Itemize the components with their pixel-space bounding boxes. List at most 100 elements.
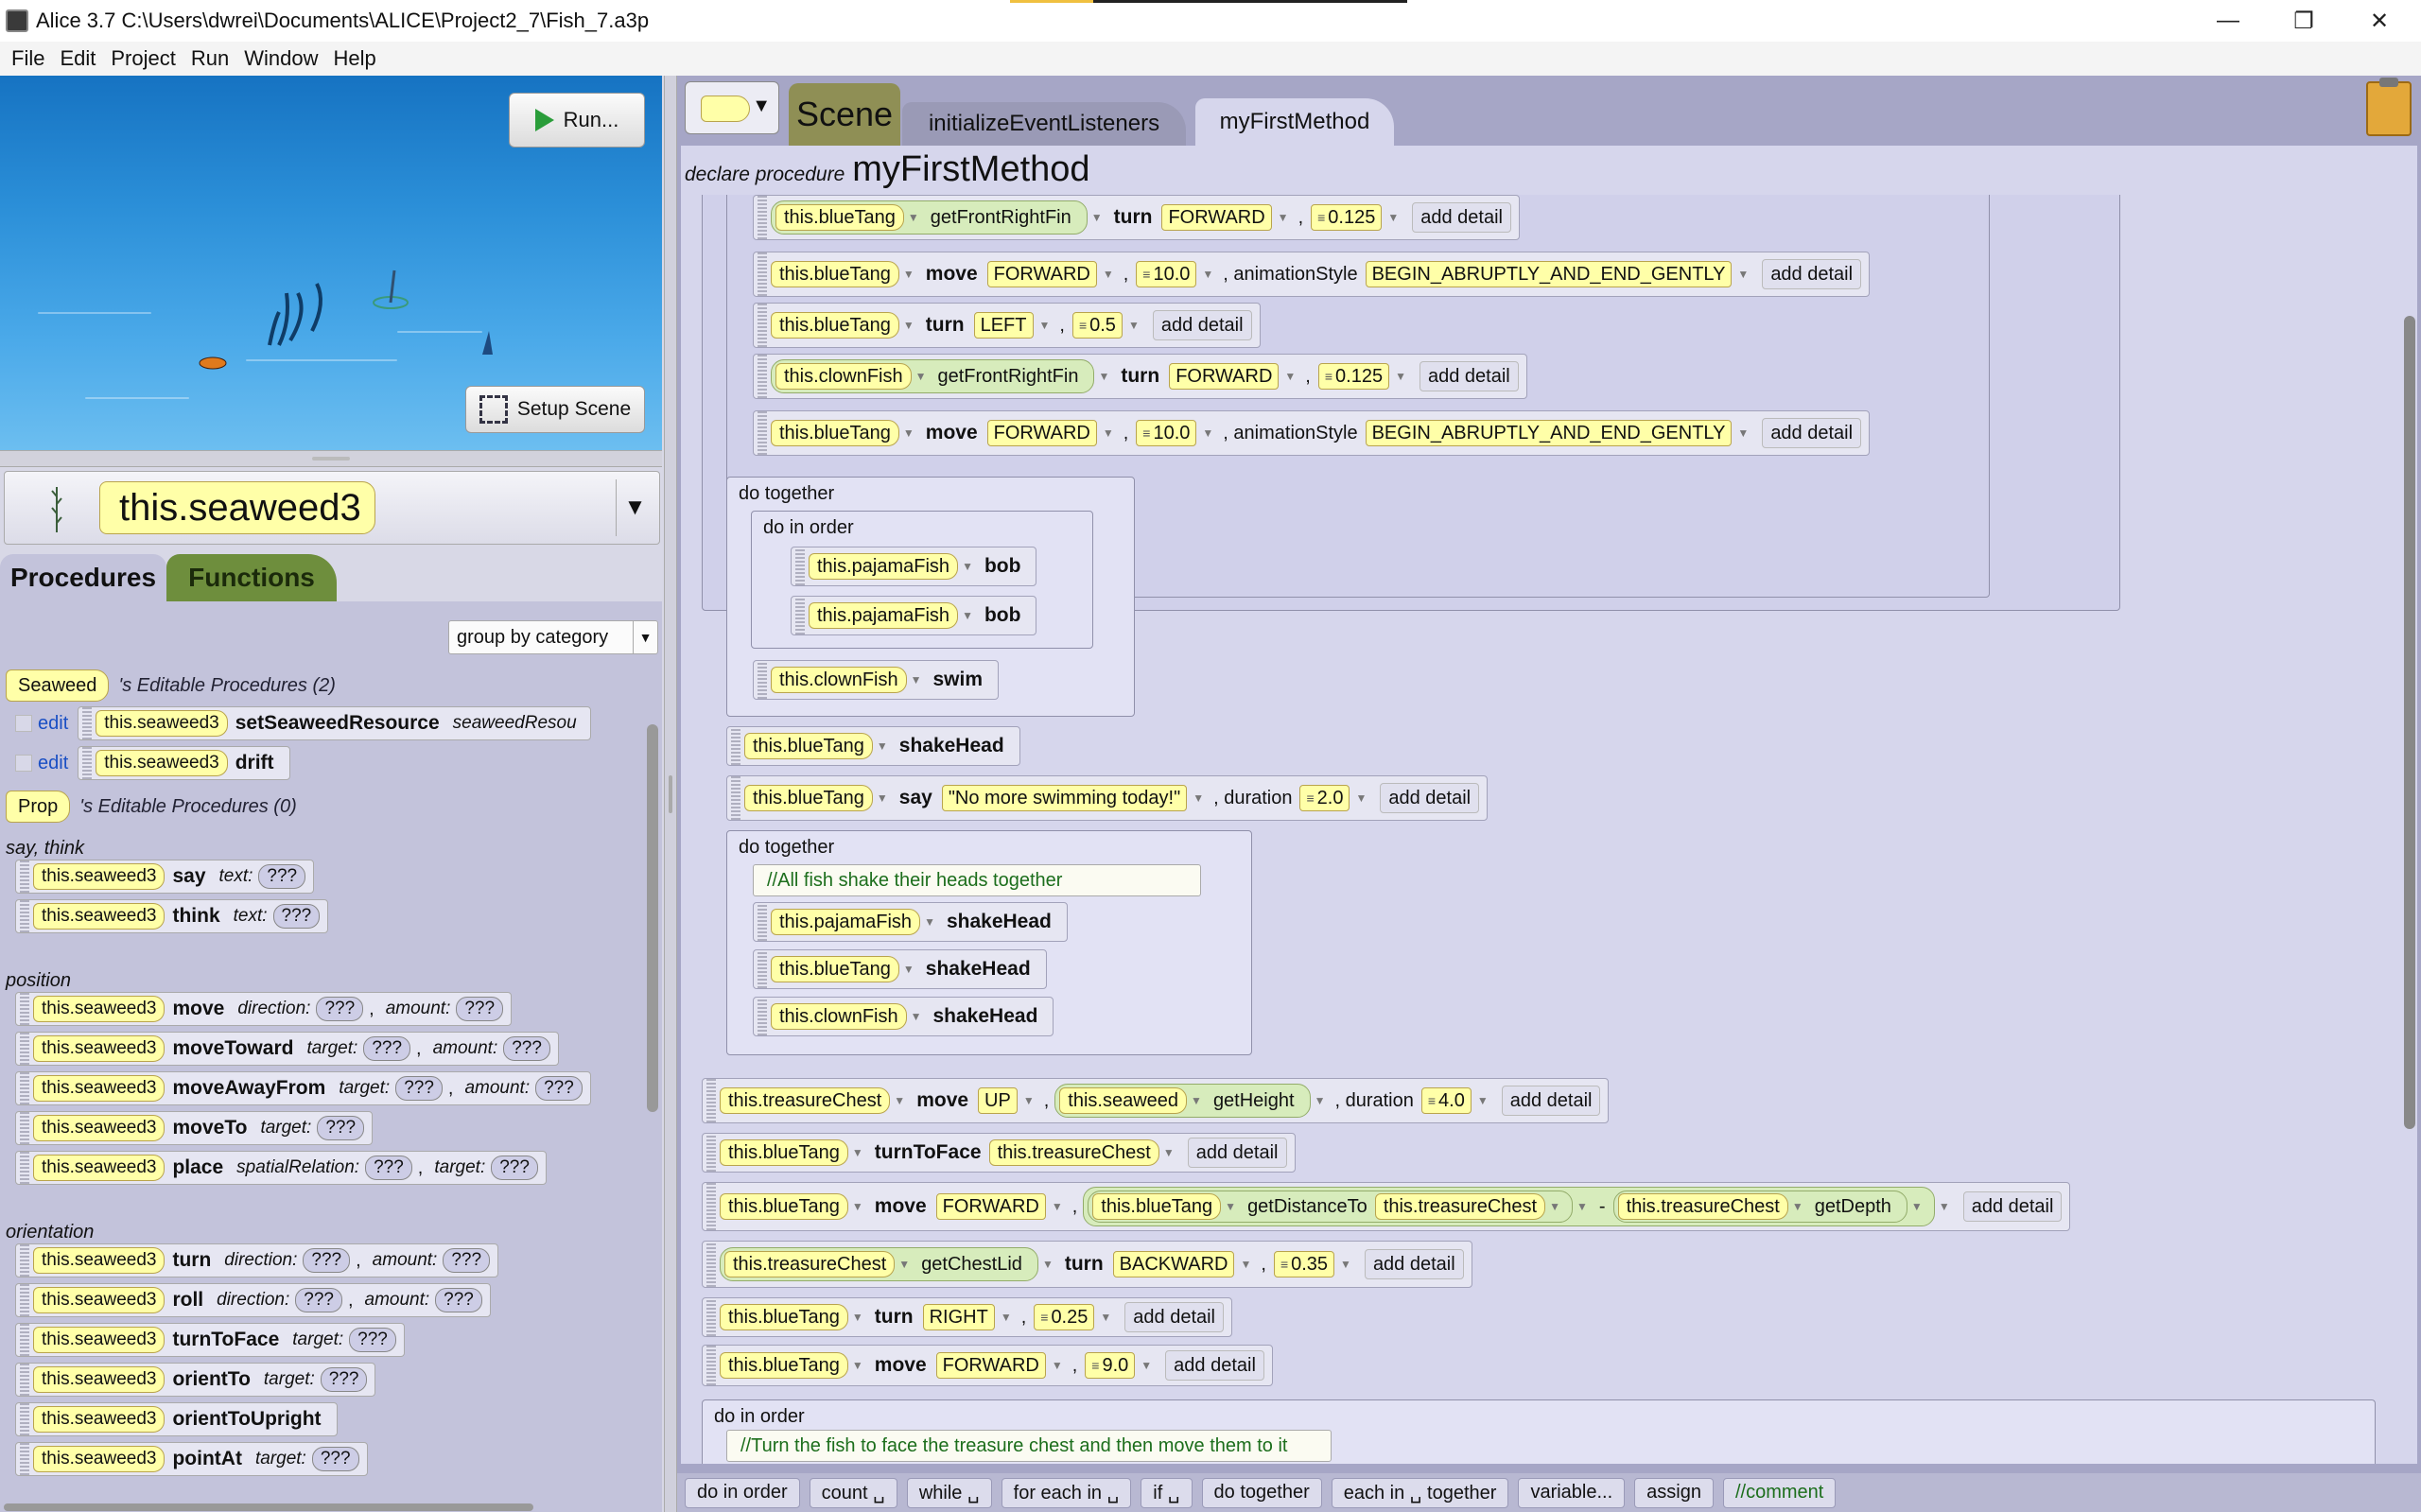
template-assign[interactable]: assign — [1634, 1477, 1714, 1508]
direction-value[interactable]: FORWARD — [986, 420, 1097, 446]
function-call[interactable]: this.seaweed ▼ getHeight — [1054, 1084, 1311, 1118]
minimize-button[interactable]: — — [2190, 0, 2266, 42]
statement-bob[interactable]: this.pajamaFish ▼ bob — [791, 596, 1037, 635]
drag-grip[interactable] — [20, 1033, 29, 1065]
amount-value[interactable]: 0.25 — [1034, 1304, 1095, 1330]
edit-checkbox[interactable] — [15, 755, 32, 772]
drag-grip[interactable] — [20, 1112, 29, 1144]
duration-value[interactable]: 4.0 — [1420, 1087, 1472, 1114]
amount-value[interactable]: 10.0 — [1136, 261, 1197, 287]
template-do-together[interactable]: do together — [1201, 1477, 1322, 1508]
drag-grip[interactable] — [758, 903, 767, 941]
comment-statement[interactable]: //All fish shake their heads together — [753, 864, 1201, 896]
tab-functions[interactable]: Functions — [166, 554, 337, 601]
template-if[interactable]: if ␣ — [1141, 1477, 1193, 1508]
direction-value[interactable]: RIGHT — [922, 1304, 995, 1330]
statement-turnToFace[interactable]: this.blueTang ▼ turnToFace this.treasureC… — [702, 1133, 1296, 1173]
function-call[interactable]: this.treasureChest ▼ getDepth — [1612, 1190, 1907, 1223]
menu-help[interactable]: Help — [333, 46, 375, 71]
proc-orientToUpright[interactable]: this.seaweed3 orientToUpright — [15, 1401, 338, 1437]
run-button[interactable]: Run... — [509, 93, 645, 148]
drag-grip[interactable] — [795, 597, 805, 634]
drag-grip[interactable] — [20, 993, 29, 1025]
object-chip[interactable]: this.blueTang — [720, 1139, 848, 1166]
menu-file[interactable]: File — [11, 46, 44, 71]
proc-roll[interactable]: this.seaweed3 roll direction: ??? , amou… — [15, 1282, 491, 1318]
drag-grip[interactable] — [20, 1284, 29, 1316]
proc-pointAt[interactable]: this.seaweed3 pointAt target: ??? — [15, 1441, 368, 1477]
animation-style-value[interactable]: BEGIN_ABRUPTLY_AND_END_GENTLY — [1365, 420, 1733, 446]
comment-statement[interactable]: //Turn the fish to face the treasure che… — [726, 1430, 1332, 1462]
direction-value[interactable]: LEFT — [973, 312, 1034, 339]
object-chip[interactable]: this.blueTang — [771, 420, 899, 446]
menu-edit[interactable]: Edit — [60, 46, 96, 71]
function-call[interactable]: this.blueTang ▼ getFrontRightFin — [771, 200, 1088, 235]
drag-grip[interactable] — [706, 1346, 716, 1385]
drag-grip[interactable] — [706, 1242, 716, 1287]
object-chip[interactable]: this.blueTang — [771, 261, 899, 287]
object-selector[interactable]: this.seaweed3 ▼ — [4, 471, 660, 545]
statement-turn-lid[interactable]: this.treasureChest ▼ getChestLid ▼ turn B… — [702, 1241, 1472, 1288]
add-detail-button[interactable]: add detail — [1501, 1086, 1601, 1116]
proc-say[interactable]: this.seaweed3 say text: ??? — [15, 859, 315, 895]
function-call[interactable]: this.blueTang ▼ getDistanceTo this.treasu… — [1088, 1190, 1573, 1223]
minus-operator[interactable]: - — [1599, 1196, 1606, 1218]
drag-grip[interactable] — [706, 1079, 716, 1122]
drag-grip[interactable] — [706, 1298, 716, 1336]
add-detail-button[interactable]: add detail — [1152, 310, 1252, 340]
editor-scrollbar[interactable] — [2404, 316, 2415, 1129]
statement-move[interactable]: this.blueTang▼ move FORWARD▼ , 9.0▼ add … — [702, 1345, 1273, 1386]
statement-move[interactable]: this.blueTang▼ move FORWARD▼ , 10.0▼ , a… — [753, 252, 1871, 297]
menu-project[interactable]: Project — [111, 46, 175, 71]
drag-grip[interactable] — [20, 1072, 29, 1104]
object-chip[interactable]: this.clownFish — [771, 1003, 907, 1030]
restore-button[interactable]: ❐ — [2266, 0, 2342, 42]
proc-moveToward[interactable]: this.seaweed3 moveToward target: ??? , a… — [15, 1031, 559, 1067]
drag-grip[interactable] — [82, 707, 93, 739]
proc-tile-drift[interactable]: this.seaweed3 drift — [78, 746, 290, 780]
object-chip[interactable]: this.clownFish — [771, 667, 907, 693]
drag-grip[interactable] — [731, 776, 740, 820]
object-chip[interactable]: this.blueTang — [775, 204, 904, 231]
proc-tile-setSeaweedResource[interactable]: this.seaweed3 setSeaweedResource seaweed… — [78, 706, 591, 740]
target-chip[interactable]: this.treasureChest — [1374, 1193, 1546, 1220]
amount-value[interactable]: 0.5 — [1071, 312, 1123, 339]
edit-link[interactable]: edit — [38, 753, 68, 774]
object-chip[interactable]: this.blueTang — [1092, 1193, 1222, 1220]
vertical-splitter[interactable] — [664, 76, 677, 1512]
template-comment[interactable]: //comment — [1722, 1477, 1837, 1508]
statement-turn-fin[interactable]: this.blueTang ▼ getFrontRightFin ▼ turn F… — [753, 195, 1520, 240]
object-chip[interactable]: this.treasureChest — [724, 1251, 896, 1277]
add-detail-button[interactable]: add detail — [1762, 418, 1862, 448]
direction-value[interactable]: FORWARD — [935, 1193, 1046, 1220]
template-for-each-in[interactable]: for each in ␣ — [1001, 1477, 1132, 1508]
setup-scene-button[interactable]: Setup Scene — [465, 386, 645, 433]
scene-viewport[interactable]: Run... Setup Scene — [0, 76, 662, 450]
object-chip[interactable]: this.blueTang — [720, 1304, 848, 1330]
direction-value[interactable]: UP — [978, 1087, 1018, 1114]
tab-scene[interactable]: Scene — [789, 83, 900, 146]
drag-grip[interactable] — [20, 860, 29, 893]
statement-shakeHead[interactable]: this.blueTang ▼ shakeHead — [753, 949, 1047, 989]
direction-value[interactable]: FORWARD — [935, 1352, 1046, 1379]
drag-grip[interactable] — [706, 1183, 716, 1230]
object-chip[interactable]: this.clownFish — [775, 363, 912, 390]
direction-value[interactable]: FORWARD — [1161, 204, 1272, 231]
procedures-hscrollbar[interactable] — [4, 1503, 533, 1511]
drag-grip[interactable] — [20, 1443, 29, 1475]
group-by-select[interactable]: group by category ▼ — [448, 620, 658, 654]
statement-turn[interactable]: this.blueTang▼ turn RIGHT▼ , 0.25▼ add d… — [702, 1297, 1233, 1337]
drag-grip[interactable] — [20, 1324, 29, 1356]
drag-grip[interactable] — [758, 355, 767, 398]
duration-value[interactable]: 2.0 — [1299, 785, 1350, 811]
template-each-in-together[interactable]: each in ␣ together — [1331, 1477, 1509, 1508]
template-while[interactable]: while ␣ — [906, 1477, 992, 1508]
horizontal-splitter[interactable] — [0, 450, 662, 467]
amount-value[interactable]: 10.0 — [1136, 420, 1197, 446]
proc-turn[interactable]: this.seaweed3 turn direction: ??? , amou… — [15, 1243, 499, 1278]
add-detail-button[interactable]: add detail — [1187, 1138, 1287, 1168]
add-detail-button[interactable]: add detail — [1962, 1191, 2063, 1222]
object-chip[interactable]: this.pajamaFish — [809, 602, 959, 629]
statement-move-chest[interactable]: this.treasureChest ▼ move UP ▼ , this.seaw… — [702, 1078, 1610, 1123]
procedures-scrollbar[interactable] — [647, 724, 658, 1112]
